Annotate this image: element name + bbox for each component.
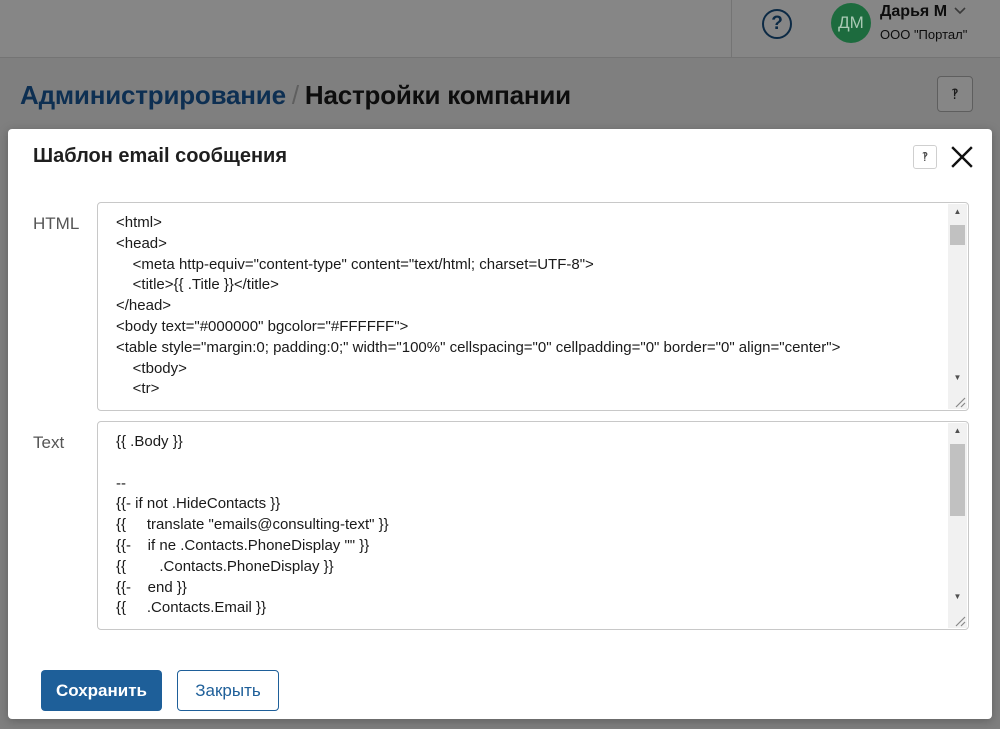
question-circle-icon[interactable]: ? <box>762 9 792 39</box>
page-help-button[interactable]: ‽ <box>937 76 973 112</box>
breadcrumb-separator: / <box>291 80 299 110</box>
user-name[interactable]: Дарья М <box>880 3 947 21</box>
html-field-label: HTML <box>33 214 80 233</box>
chevron-down-icon[interactable] <box>954 4 966 18</box>
breadcrumb: Администрирование / Настройки компании <box>20 80 571 111</box>
text-scroll-thumb[interactable] <box>950 444 965 516</box>
question-icon: ‽ <box>921 150 929 164</box>
html-textarea-content: <html> <head> <meta http-equiv="content-… <box>116 214 841 398</box>
scroll-up-arrow-icon[interactable]: ▲ <box>948 204 967 220</box>
text-textarea[interactable]: {{ .Body }} -- {{- if not .HideContacts … <box>97 421 969 630</box>
email-template-modal: Шаблон email сообщения ‽ HTML <html> <he… <box>8 129 992 719</box>
text-scrollbar[interactable]: ▲ ▼ <box>948 423 967 628</box>
scroll-down-arrow-icon[interactable]: ▼ <box>948 370 967 386</box>
close-icon[interactable] <box>949 143 975 171</box>
modal-help-button[interactable]: ‽ <box>913 145 937 169</box>
avatar[interactable]: ДМ <box>831 3 871 43</box>
scroll-down-arrow-icon[interactable]: ▼ <box>948 589 967 605</box>
top-bar-divider <box>731 0 732 57</box>
text-textarea-content: {{ .Body }} -- {{- if not .HideContacts … <box>116 433 389 617</box>
html-scroll-thumb[interactable] <box>950 225 965 245</box>
resize-handle-icon[interactable] <box>952 613 966 627</box>
close-button[interactable]: Закрыть <box>177 670 279 711</box>
resize-handle-icon[interactable] <box>952 394 966 408</box>
modal-title: Шаблон email сообщения <box>33 145 288 167</box>
save-button[interactable]: Сохранить <box>41 670 162 711</box>
top-bar: ? ДМ Дарья М ООО "Портал" <box>0 0 1000 58</box>
breadcrumb-parent-link[interactable]: Администрирование <box>20 80 286 110</box>
html-textarea[interactable]: <html> <head> <meta http-equiv="content-… <box>97 202 969 411</box>
text-field-label: Text <box>33 433 65 452</box>
page-title: Настройки компании <box>304 80 571 110</box>
question-icon: ‽ <box>951 86 959 102</box>
html-scrollbar[interactable]: ▲ ▼ <box>948 204 967 409</box>
company-name: ООО "Портал" <box>880 27 968 42</box>
scroll-up-arrow-icon[interactable]: ▲ <box>948 423 967 439</box>
